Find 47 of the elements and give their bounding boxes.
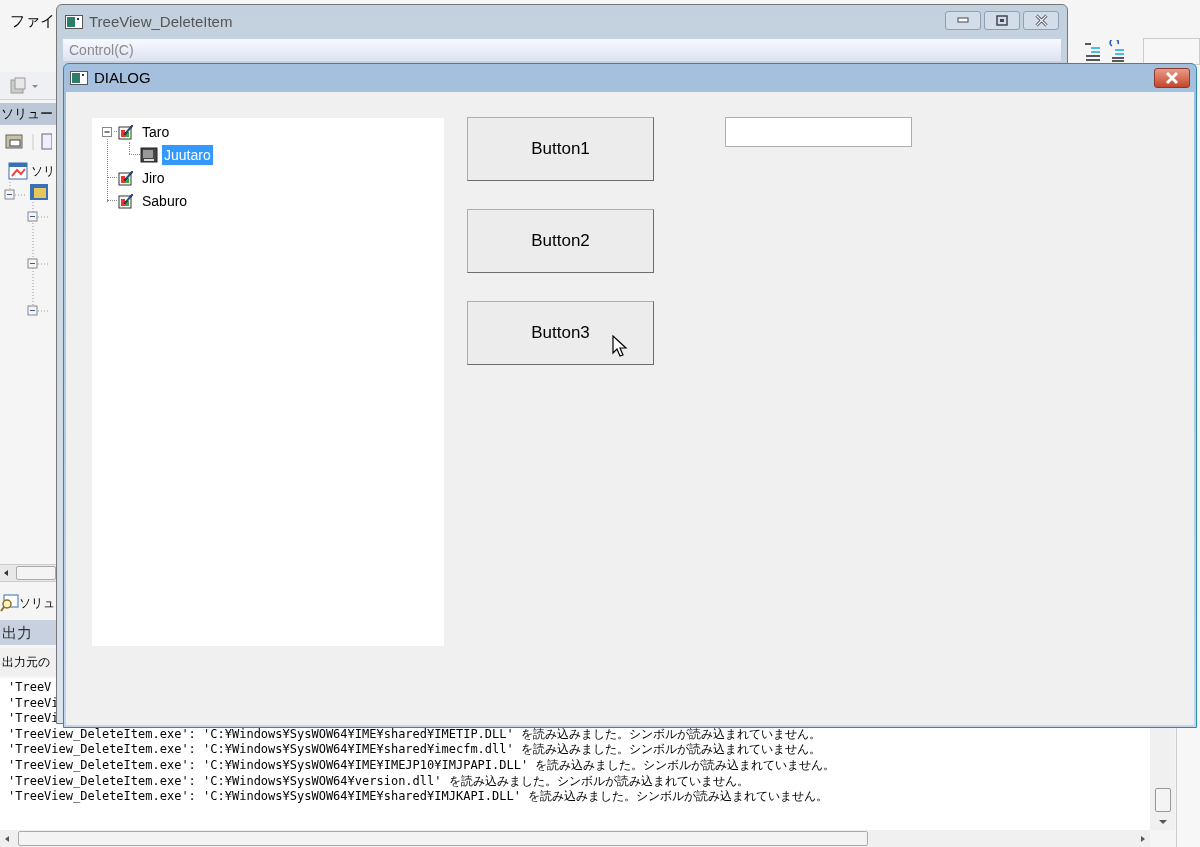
text-field[interactable] (725, 117, 912, 147)
maximize-icon (996, 14, 1008, 26)
output-line: 'TreeView_DeleteItem.exe': 'C:¥Windows¥SysWOW64¥IME¥shared¥IMJKAPI.DLL' を読み込みました。シンボルが読み込まれていません。 (8, 789, 830, 805)
solution-icon[interactable] (8, 162, 28, 180)
collapse-icon[interactable] (101, 125, 113, 138)
menu-item[interactable]: ファイ (10, 10, 55, 33)
close-button[interactable] (1023, 10, 1059, 30)
push-button[interactable]: Button3 (467, 301, 654, 365)
magnifier-icon[interactable] (0, 594, 20, 612)
output-line: 'TreeView_DeleteItem.exe': 'C:¥Windows¥SysWOW64¥IME¥shared¥imecfm.dll' を読み込みました。シンボルが読み込まれていません。 (8, 742, 822, 758)
dropdown-label: 出力元の (0, 648, 56, 676)
window-title: DIALOG (94, 67, 151, 88)
tree-item[interactable]: ソリ (31, 162, 55, 180)
output-line: 'TreeView_DeleteItem.exe': 'C:¥Windows¥SysWOW64¥IME¥shared¥IMETIP.DLL' を読み込みました。シンボルが読み込まれていません。 (8, 726, 822, 743)
pencil-icon (118, 192, 136, 209)
output-line: 'TreeVi (8, 695, 60, 712)
mouse-pointer-icon (612, 335, 628, 359)
pane-title: 出力 (0, 620, 56, 645)
output-line: 'TreeV (8, 680, 53, 696)
push-button[interactable]: Button2 (467, 209, 654, 273)
push-button[interactable]: Button1 (467, 117, 654, 181)
panel-background (1143, 38, 1200, 65)
close-icon (1164, 71, 1180, 85)
horizontal-scrollbar[interactable] (0, 564, 56, 582)
pencil-icon (118, 169, 136, 186)
window-title: TreeView_DeleteItem (89, 11, 233, 32)
monitor-icon (140, 146, 158, 163)
down-arrow-icon[interactable] (1157, 818, 1168, 826)
pane-title: ソリュー (0, 103, 56, 125)
close-icon (1034, 13, 1048, 27)
tree-item[interactable]: Jiro (140, 167, 167, 188)
app-icon (70, 71, 88, 85)
tree-item[interactable]: Saburo (140, 190, 190, 211)
scroll-thumb[interactable] (1154, 788, 1171, 812)
output-line: 'TreeVi (8, 711, 60, 727)
close-button[interactable] (1154, 68, 1190, 88)
horizontal-scrollbar[interactable] (0, 830, 1150, 847)
app-icon (65, 15, 83, 29)
minimize-button[interactable] (945, 10, 981, 30)
tree-item[interactable]: Taro (140, 121, 172, 142)
pane-tab[interactable]: ソリュ (19, 595, 55, 613)
minimize-icon (957, 17, 969, 23)
output-line: 'TreeView_DeleteItem.exe': 'C:¥Windows¥SysWOW64¥version.dll' を読み込みました。シンボルが読み込まれていません。 (8, 773, 750, 790)
output-line: 'TreeView_DeleteItem.exe': 'C:¥Windows¥SysWOW64¥IME¥IMEJP10¥IMJPAPI.DLL' を読み込みました。シンボルが読み込まれていません。 (8, 757, 837, 774)
toolbar-icons-drawing[interactable] (4, 132, 52, 152)
maximize-button[interactable] (984, 10, 1020, 30)
pencil-icon (118, 123, 136, 140)
